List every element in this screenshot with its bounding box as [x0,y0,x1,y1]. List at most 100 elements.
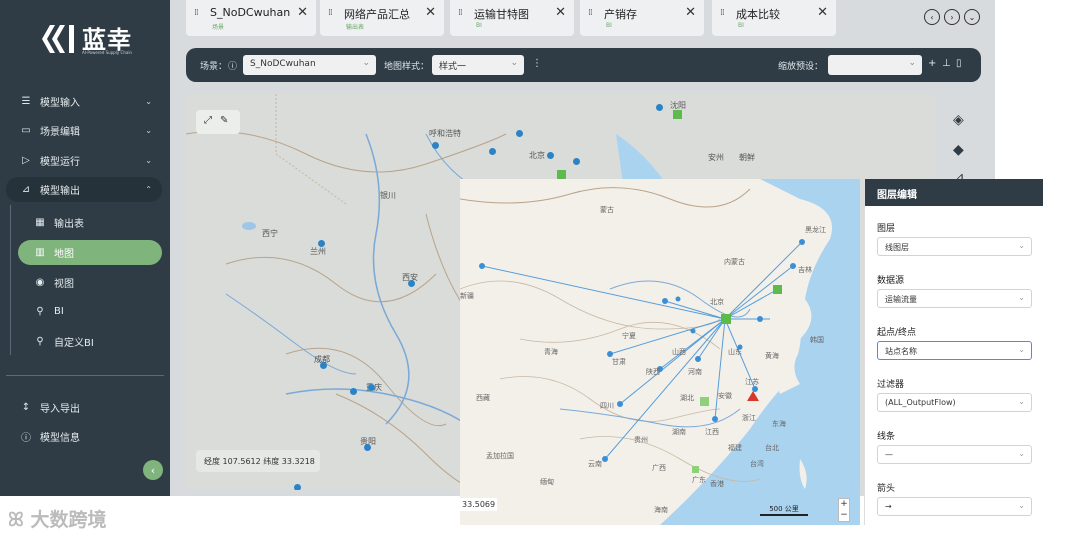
more-options-icon[interactable]: ⋮ [532,58,542,69]
map-label: 广东 [692,476,706,484]
sidebar-item-label: 模型运行 [40,157,80,168]
map-station-marker[interactable] [320,362,327,369]
tab-scene[interactable]: ⁞⁞ S_NoDCwuhan 场景 ✕ [186,0,316,36]
filter-select-value: (ALL_OutputFlow) [885,398,956,407]
map-station-marker[interactable] [294,484,301,490]
sidebar-item-label: 场景编辑 [40,127,80,138]
filter-label: 过滤器 [877,380,905,390]
drag-handle-icon[interactable]: ⁞⁞ [194,8,199,18]
tab-subtitle: BI [606,22,612,29]
map-station-marker[interactable] [656,104,663,111]
drag-handle-icon[interactable]: ⁞⁞ [720,8,725,18]
layers-icon[interactable]: ◈ [953,112,971,128]
sidebar-item-import-export[interactable]: ↕ 导入导出 [6,395,162,420]
map-label: 台湾 [750,460,764,468]
edit-icon[interactable]: ✎ [220,115,228,126]
sidebar-item-model-run[interactable]: ▷ 模型运行 ⌄ [6,148,162,173]
tab-transport-gantt[interactable]: ⁞⁞ 运输甘特图 BI ✕ [450,0,574,36]
close-icon[interactable]: ✕ [425,5,436,20]
sidebar-item-model-input[interactable]: ☰ 模型输入 ⌄ [6,89,162,114]
tab-cost-comparison[interactable]: ⁞⁞ 成本比较 BI ✕ [712,0,836,36]
tab-network-summary[interactable]: ⁞⁞ 网络产品汇总 输出表 ✕ [320,0,444,36]
warehouse-marker[interactable] [557,170,566,179]
sidebar-item-model-output[interactable]: ⊿ 模型输出 ⌃ [6,177,162,202]
drag-handle-icon[interactable]: ⁞⁞ [458,8,463,18]
close-icon[interactable]: ✕ [817,5,828,20]
zoom-out-button[interactable]: − [839,510,849,521]
sidebar-subitem-map[interactable]: ▥ 地图 [18,240,162,265]
delete-icon[interactable]: ▯ [956,58,962,69]
chevron-down-icon: ⌄ [145,126,152,135]
scroll-tabs-left-button[interactable]: ‹ [924,9,940,25]
map-station-marker[interactable] [318,240,325,247]
zoom-in-button[interactable]: + [839,499,849,510]
sidebar-item-scene-edit[interactable]: ▭ 场景编辑 ⌄ [6,118,162,143]
brand-tagline: AI-Powered Supply Chain [82,50,132,55]
scene-select-value: S_NoDCwuhan [250,59,316,69]
map-style-select[interactable]: 样式一 ⌄ [432,55,524,75]
tab-title: S_NoDCwuhan [210,6,291,19]
line-style-select[interactable]: — ⌄ [877,445,1032,464]
map-station-marker[interactable] [368,384,375,391]
zoom-preset-label: 缩放预设： [778,62,824,72]
sidebar-subitem-label: 视图 [54,279,74,290]
map-label: 孟加拉国 [486,452,514,460]
layer-panel-title: 图层编辑 [865,179,1043,206]
map-label: 福建 [728,444,742,452]
map-label: 黑龙江 [805,226,826,234]
drag-handle-icon[interactable]: ⁞⁞ [588,8,593,18]
chevron-down-icon: ⌄ [1018,397,1025,406]
arrow-select[interactable]: → ⌄ [877,497,1032,516]
map-station-marker[interactable] [573,158,580,165]
close-icon[interactable]: ✕ [555,5,566,20]
tabs-menu-button[interactable]: ⌄ [964,9,980,25]
map-label: 北京 [529,151,545,160]
warehouse-marker[interactable] [673,110,682,119]
layer-select[interactable]: 线图层 ⌄ [877,237,1032,256]
sidebar-subitem-label: 输出表 [54,219,84,230]
map-label: 兰州 [310,247,326,256]
tab-title: 运输甘特图 [474,8,529,21]
map-station-marker[interactable] [432,142,439,149]
tab-title: 网络产品汇总 [344,8,410,21]
close-icon[interactable]: ✕ [297,5,308,20]
save-icon[interactable]: ⊥ [942,58,951,69]
map-label: 山西 [672,348,686,356]
sidebar-subitem-label: BI [54,306,64,317]
flow-map[interactable]: 蒙古 内蒙古 黑龙江 吉林 北京 宁夏 甘肃 青海 山西 陕西 河南 山东 江苏… [460,179,860,525]
map-label: 江苏 [745,378,759,386]
zoom-control: + − [838,498,850,522]
sidebar-item-model-info[interactable]: ⓘ 模型信息 [6,424,162,449]
scene-select[interactable]: S_NoDCwuhan ⌄ [243,55,376,75]
sidebar-subitem-bi[interactable]: ⚲ BI [18,299,162,324]
scroll-tabs-right-button[interactable]: › [944,9,960,25]
filter-select[interactable]: (ALL_OutputFlow) ⌄ [877,393,1032,412]
app-root: 蓝幸 AI-Powered Supply Chain ☰ 模型输入 ⌄ ▭ 场景… [0,0,1080,539]
close-icon[interactable]: ✕ [685,5,696,20]
map-label: 吉林 [798,266,812,274]
origin-destination-select[interactable]: 站点名称 ⌄ [877,341,1032,360]
sidebar-subitem-view[interactable]: ◉ 视图 [18,270,162,295]
tab-bar: ⁞⁞ S_NoDCwuhan 场景 ✕ ⁞⁞ 网络产品汇总 输出表 ✕ ⁞⁞ 运… [170,0,995,40]
map-station-marker[interactable] [350,388,357,395]
collapse-sidebar-button[interactable]: ‹ [143,460,163,480]
map-station-marker[interactable] [489,148,496,155]
datasource-select[interactable]: 运输流量 ⌄ [877,289,1032,308]
layer-edit-icon[interactable]: ◆ [953,142,971,158]
help-icon[interactable]: ⓘ [228,59,237,72]
sidebar-subitem-label: 地图 [54,249,74,260]
sidebar-subitem-output-table[interactable]: ▦ 输出表 [18,210,162,235]
tab-title: 产销存 [604,8,637,21]
map-label: 安徽 [718,392,732,400]
add-icon[interactable]: + [928,58,936,69]
map-station-marker[interactable] [516,130,523,137]
map-station-marker[interactable] [408,280,415,287]
map-station-marker[interactable] [364,444,371,451]
map-style-select-value: 样式一 [439,62,467,72]
zoom-preset-select[interactable]: ⌄ [828,55,922,75]
tab-production-sales-inventory[interactable]: ⁞⁞ 产销存 BI ✕ [580,0,704,36]
fullscreen-icon[interactable]: ⤢ [204,115,212,126]
map-station-marker[interactable] [547,152,554,159]
drag-handle-icon[interactable]: ⁞⁞ [328,8,333,18]
sidebar-subitem-custom-bi[interactable]: ⚲ 自定义BI [18,329,162,354]
